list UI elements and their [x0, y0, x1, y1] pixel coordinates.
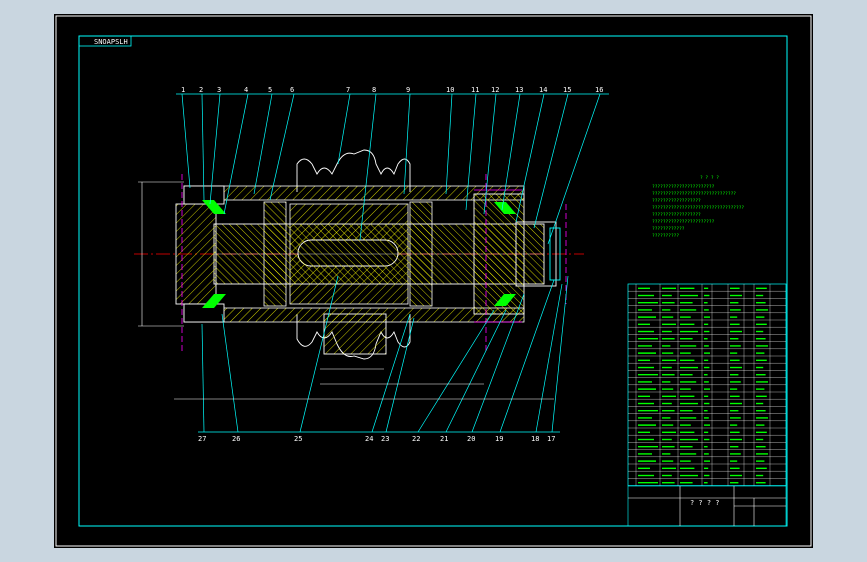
part-label-26: 26: [232, 435, 240, 443]
part-label-27: 27: [198, 435, 206, 443]
part-label-12: 12: [491, 86, 499, 94]
part-label-1: 1: [181, 86, 185, 94]
part-label-2: 2: [199, 86, 203, 94]
drawing-tag: SNOAPSLH: [94, 38, 128, 46]
part-label-20: 20: [467, 435, 475, 443]
part-label-23: 23: [381, 435, 389, 443]
part-label-5: 5: [268, 86, 272, 94]
part-label-4: 4: [244, 86, 248, 94]
part-label-11: 11: [471, 86, 479, 94]
technical-notes: ? ? ? ? ??????????????????????? ????????…: [652, 175, 744, 239]
part-label-17: 17: [547, 435, 555, 443]
part-label-8: 8: [372, 86, 376, 94]
part-label-9: 9: [406, 86, 410, 94]
part-labels-top: 1 2 3 4 5 6 7 8 9 10 11 12 13 14 15 16: [181, 86, 603, 94]
part-label-3: 3: [217, 86, 221, 94]
part-label-15: 15: [563, 86, 571, 94]
part-label-6: 6: [290, 86, 294, 94]
parts-list-table: [627, 283, 787, 486]
part-label-24: 24: [365, 435, 373, 443]
part-label-7: 7: [346, 86, 350, 94]
tech-note-1: ???????????????????????: [652, 184, 715, 190]
tech-notes-title: ? ? ? ?: [700, 175, 719, 181]
tech-note-2: ???????????????????????????????: [652, 191, 736, 197]
part-label-10: 10: [446, 86, 454, 94]
part-labels-bottom: 27 26 25 24 23 22 21 20 19 18 17: [198, 435, 555, 443]
part-label-13: 13: [515, 86, 523, 94]
tech-note-8: ??????????: [652, 233, 679, 239]
tech-note-4: ??????????????????????????????????: [652, 205, 744, 211]
part-label-16: 16: [595, 86, 603, 94]
cad-drawing-area: SNOAPSLH 1 2 3 4 5 6 7 8 9 10 11 12 13 1…: [54, 14, 813, 548]
part-label-21: 21: [440, 435, 448, 443]
part-label-25: 25: [294, 435, 302, 443]
tech-note-3: ??????????????????: [652, 198, 701, 204]
part-label-18: 18: [531, 435, 539, 443]
tech-note-6: ???????????????????????: [652, 219, 715, 225]
tech-note-5: ??????????????????: [652, 212, 701, 218]
title-block-text: ? ? ? ?: [690, 499, 720, 507]
tech-note-7: ????????????: [652, 226, 685, 232]
part-label-19: 19: [495, 435, 503, 443]
part-label-22: 22: [412, 435, 420, 443]
assembly-drawing: SNOAPSLH 1 2 3 4 5 6 7 8 9 10 11 12 13 1…: [55, 15, 812, 547]
part-label-14: 14: [539, 86, 547, 94]
